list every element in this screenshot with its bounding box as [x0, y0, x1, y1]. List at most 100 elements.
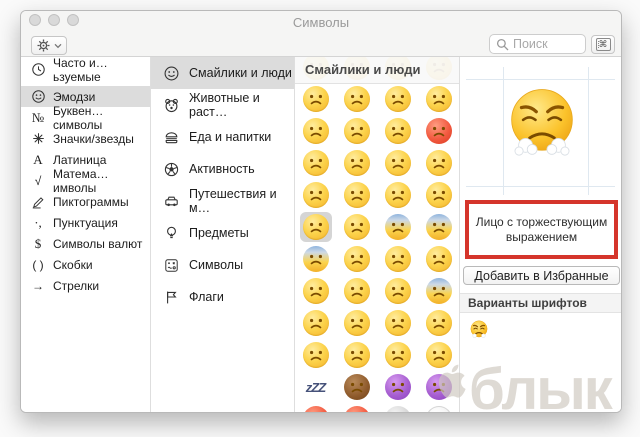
emoji-cell-face-with-head-bandage[interactable] [377, 339, 418, 371]
emoji-cell-face-screaming-in-fear[interactable] [377, 211, 418, 243]
emoji-cell-dizzy-face[interactable] [336, 307, 377, 339]
emoji-cell-face-with-thermometer[interactable] [336, 339, 377, 371]
sidebar-item-label: Латиница [53, 152, 107, 167]
emoji-cell-face-with-open-mouth[interactable] [336, 211, 377, 243]
sidebar-item-label: Пунктуация [53, 215, 118, 230]
emoji-row [295, 275, 459, 307]
sidebar-item-bullets-stars[interactable]: Значки/звезды [21, 128, 150, 149]
emoji-cell-face-with-look-of-triumph[interactable] [295, 211, 336, 243]
emoji-grid-rows: zZZ [295, 57, 459, 412]
emoji-cell-sleeping-symbol[interactable]: zZZ [295, 371, 336, 403]
emoji-cell-pouting-face[interactable] [418, 115, 459, 147]
sidebar-item-arrows[interactable]: → Стрелки [21, 275, 150, 296]
emoji-cell-zipper-mouth-face[interactable] [418, 307, 459, 339]
emoji-cell-ghost[interactable] [418, 403, 459, 412]
emoji-cell-crying-face[interactable] [295, 275, 336, 307]
sidebar-item-math-symbols[interactable]: √ Матема…имволы [21, 167, 150, 195]
font-variants-header: Варианты шрифтов [460, 293, 621, 313]
emoji-description: Лицо с торжествующим выражением [475, 214, 608, 244]
emoji-cell-loudly-crying-face[interactable] [295, 307, 336, 339]
emoji-cell-fearful-face[interactable] [418, 211, 459, 243]
emoji-cell-thinking-face[interactable] [377, 83, 418, 115]
category-item-objects[interactable]: Предметы [151, 217, 294, 249]
category-label: Активность [189, 162, 255, 176]
gear-icon [36, 38, 51, 53]
burger-icon [161, 129, 181, 146]
emoji-cell-worried-face[interactable] [336, 115, 377, 147]
emoji-cell-disappointed-but-relieved-face[interactable] [336, 275, 377, 307]
emoji-cell-unamused-face[interactable] [295, 83, 336, 115]
category-item-animals-nature[interactable]: Животные и раст… [151, 89, 294, 121]
sidebar-item-frequently-used[interactable]: Часто и…ьзуемые [21, 56, 150, 84]
grid-section-header: Смайлики и люди [295, 57, 459, 84]
emoji-cell-weary-face[interactable] [418, 179, 459, 211]
add-to-favorites-button[interactable]: Добавить в Избранные [463, 266, 620, 285]
detail-panel: Лицо с торжествующим выражением Добавить… [460, 57, 621, 412]
search-input[interactable] [513, 37, 579, 51]
title-bar: Символы ⌘ [21, 11, 621, 57]
emoji-cell-flushed-face[interactable] [418, 83, 459, 115]
emoji-cell-frowning-face-with-open-mouth[interactable] [377, 243, 418, 275]
emoji-cell-face-with-rolling-eyes[interactable] [336, 83, 377, 115]
category-item-activity[interactable]: Активность [151, 153, 294, 185]
category-sidebar: Часто и…ьзуемые Эмодзи № Буквен…символы [21, 56, 151, 412]
emoji-cell-angry-face-with-horns[interactable] [418, 371, 459, 403]
font-variant-emoji[interactable] [468, 319, 490, 341]
category-item-symbols[interactable]: Символы [151, 249, 294, 281]
sidebar-item-currency-symbols[interactable]: $ Символы валют [21, 233, 150, 254]
emoji-cell-disappointed-face[interactable] [295, 115, 336, 147]
emoji-cell-skull[interactable] [377, 403, 418, 412]
emoji-cell-pile-of-poo[interactable] [336, 371, 377, 403]
flag-icon [161, 289, 181, 306]
punctuation-icon: ·, [34, 214, 42, 230]
emoji-cell-face-with-medical-mask[interactable] [295, 339, 336, 371]
sidebar-item-label: Значки/звезды [53, 131, 134, 146]
emoji-cell-confused-face[interactable] [336, 147, 377, 179]
emoji-cell-confounded-face[interactable] [336, 179, 377, 211]
asterisk-star-icon [29, 132, 47, 145]
category-item-flags[interactable]: Флаги [151, 281, 294, 313]
emoji-row [295, 179, 459, 211]
emoji-cell-anguished-face[interactable] [418, 243, 459, 275]
emoji-category-list: Смайлики и люди Животные и раст… Еда и н… [151, 57, 295, 412]
sidebar-item-label: Стрелки [53, 278, 100, 293]
emoji-cell-goblin[interactable] [336, 403, 377, 412]
sidebar-item-brackets[interactable]: ( ) Скобки [21, 254, 150, 275]
car-icon [161, 193, 181, 210]
emoji-cell-angry-face[interactable] [377, 115, 418, 147]
brackets-icon: ( ) [32, 257, 44, 272]
emoji-cell-hushed-face[interactable] [336, 243, 377, 275]
metric-guide-horizontal [466, 79, 615, 80]
emoji-cell-persevering-face[interactable] [295, 179, 336, 211]
search-field[interactable] [489, 34, 586, 54]
emoji-row [295, 211, 459, 243]
emoji-cell-slightly-frowning-face[interactable] [377, 147, 418, 179]
category-item-smileys-people[interactable]: Смайлики и люди [151, 57, 294, 89]
clock-icon [29, 62, 47, 77]
metric-guide-vertical [588, 67, 589, 195]
emoji-cell-sleeping-face[interactable] [418, 339, 459, 371]
emoji-cell-astonished-face[interactable] [377, 307, 418, 339]
emoji-cell-pensive-face[interactable] [295, 147, 336, 179]
emoji-cell-face-with-cold-sweat[interactable] [418, 275, 459, 307]
emoji-cell-smiling-face-with-horns[interactable] [377, 371, 418, 403]
sidebar-item-label: Буквен…символы [53, 103, 104, 132]
emoji-cell-face-with-open-mouth-and-cold-sweat[interactable] [295, 243, 336, 275]
emoji-cell-ogre[interactable] [295, 403, 336, 412]
sidebar-item-letterlike-symbols[interactable]: № Буквен…символы [21, 104, 150, 132]
category-label: Еда и напитки [189, 130, 272, 144]
category-label: Животные и раст… [189, 91, 260, 119]
emoji-cell-sleepy-face[interactable] [377, 275, 418, 307]
sidebar-item-label: Скобки [53, 257, 93, 272]
emoji-cell-frowning-face[interactable] [418, 147, 459, 179]
emoji-cell-tired-face[interactable] [377, 179, 418, 211]
smiley-icon [161, 65, 181, 82]
sidebar-item-punctuation[interactable]: ·, Пунктуация [21, 212, 150, 233]
expand-panel-button[interactable]: ⌘ [591, 35, 615, 54]
category-item-travel-places[interactable]: Путешествия и м… [151, 185, 294, 217]
category-item-food-drink[interactable]: Еда и напитки [151, 121, 294, 153]
search-icon [496, 38, 509, 51]
action-menu-button[interactable] [31, 36, 67, 55]
lightbulb-icon [161, 225, 181, 242]
character-viewer-window: Символы ⌘ [20, 10, 622, 413]
